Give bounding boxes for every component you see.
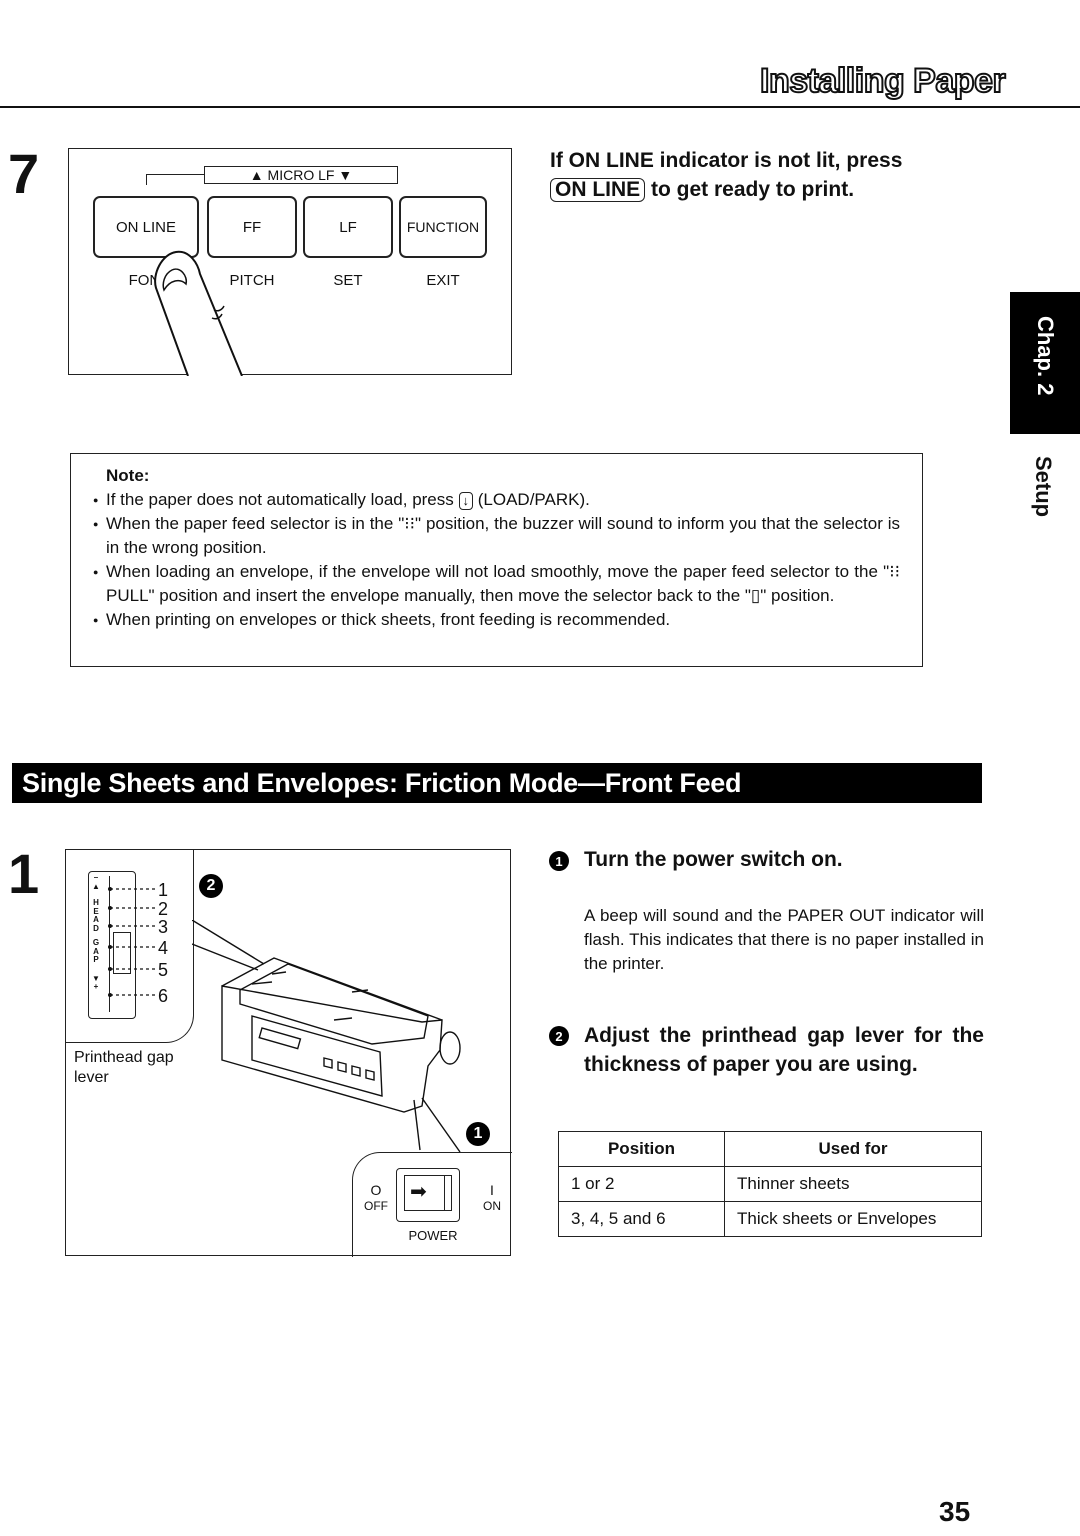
gap-position-5: 5 — [158, 960, 169, 980]
ff-key-label: FF — [242, 218, 262, 236]
chapter-tab: Chap. 2 — [1010, 292, 1080, 434]
function-key-label: FUNCTION — [406, 219, 480, 235]
gap-position-4: 4 — [158, 938, 169, 958]
page-number: 35 — [939, 1496, 971, 1527]
sub-step-1-body: A beep will sound and the PAPER OUT indi… — [584, 906, 984, 973]
power-switch[interactable]: ➡ — [404, 1175, 452, 1211]
note-item-text: If the paper does not automatically load… — [106, 490, 454, 509]
section-banner: Single Sheets and Envelopes: Friction Mo… — [12, 763, 982, 803]
online-key-label: ON LINE — [115, 218, 176, 236]
note-item: When printing on envelopes or thick shee… — [93, 608, 900, 632]
step7-instruction: If ON LINE indicator is not lit, press O… — [550, 146, 984, 204]
micro-lf-label: ▲ MICRO LF ▼ — [204, 166, 398, 184]
page-header-title: Installing Paper — [759, 62, 1007, 100]
sub-step-1-badge: 1 — [549, 851, 569, 871]
table-row: 3, 4, 5 and 6 Thick sheets or Envelopes — [558, 1201, 982, 1237]
sub-step-2-badge: 2 — [549, 1026, 569, 1046]
power-label: POWER — [408, 1228, 458, 1243]
table-cell: Thick sheets or Envelopes — [724, 1201, 982, 1237]
gap-position-6: 6 — [158, 986, 169, 1006]
arrow-right-icon: ➡ — [410, 1181, 427, 1203]
exit-sublabel: EXIT — [426, 272, 460, 289]
step-number-1: 1 — [8, 842, 40, 905]
note-item: When loading an envelope, if the envelop… — [93, 560, 900, 608]
table-header-row: Position Used for — [558, 1131, 982, 1167]
note-item: If the paper does not automatically load… — [93, 488, 900, 512]
gap-position-1: 1 — [158, 880, 169, 900]
step-number-7: 7 — [8, 142, 40, 205]
finger-press-icon — [154, 250, 243, 376]
gap-lever-caption: Printhead gap lever — [74, 1049, 174, 1086]
header-rule — [0, 106, 1080, 108]
note-item-text: (LOAD/PARK). — [477, 490, 590, 509]
table-row: 1 or 2 Thinner sheets — [558, 1166, 982, 1202]
note-item: When the paper feed selector is in the "… — [93, 512, 900, 560]
section-tab-label: Setup — [1031, 456, 1056, 518]
table-cell: Thinner sheets — [724, 1166, 982, 1202]
lf-key[interactable]: LF — [303, 196, 393, 258]
sub-step-1-heading: Turn the power switch on. — [584, 848, 843, 871]
table-header: Position — [558, 1131, 725, 1167]
gap-dashes — [108, 887, 156, 997]
lf-key-label: LF — [339, 218, 357, 236]
online-keycap: ON LINE — [550, 178, 646, 202]
power-on-label: I ON — [483, 1182, 501, 1213]
note-title: Note: — [106, 466, 150, 485]
printer-icon — [192, 920, 461, 1153]
table-header: Used for — [724, 1131, 982, 1167]
gap-position-3: 3 — [158, 917, 169, 937]
step7-instruction-part2: to get ready to print. — [651, 178, 855, 201]
power-off-label: O OFF — [364, 1182, 388, 1213]
load-park-key-icon: ↓ — [458, 492, 473, 510]
note-box: Note: If the paper does not automaticall… — [70, 453, 923, 667]
table-cell: 3, 4, 5 and 6 — [558, 1201, 725, 1237]
function-key[interactable]: FUNCTION — [399, 196, 487, 258]
micro-lf-bracket — [146, 174, 205, 185]
table-cell: 1 or 2 — [558, 1166, 725, 1202]
set-sublabel: SET — [333, 272, 363, 289]
callout-2-badge: 2 — [199, 874, 223, 898]
gap-position-table: Position Used for 1 or 2 Thinner sheets … — [558, 1131, 982, 1237]
sub-step-2-heading: Adjust the printhead gap lever for the t… — [584, 1024, 984, 1076]
step7-instruction-part1: If ON LINE indicator is not lit, press — [550, 149, 903, 172]
chapter-tab-label: Chap. 2 — [1033, 316, 1058, 396]
head-gap-letters: – ▲ H E A D G A P ▼ + — [92, 873, 100, 991]
